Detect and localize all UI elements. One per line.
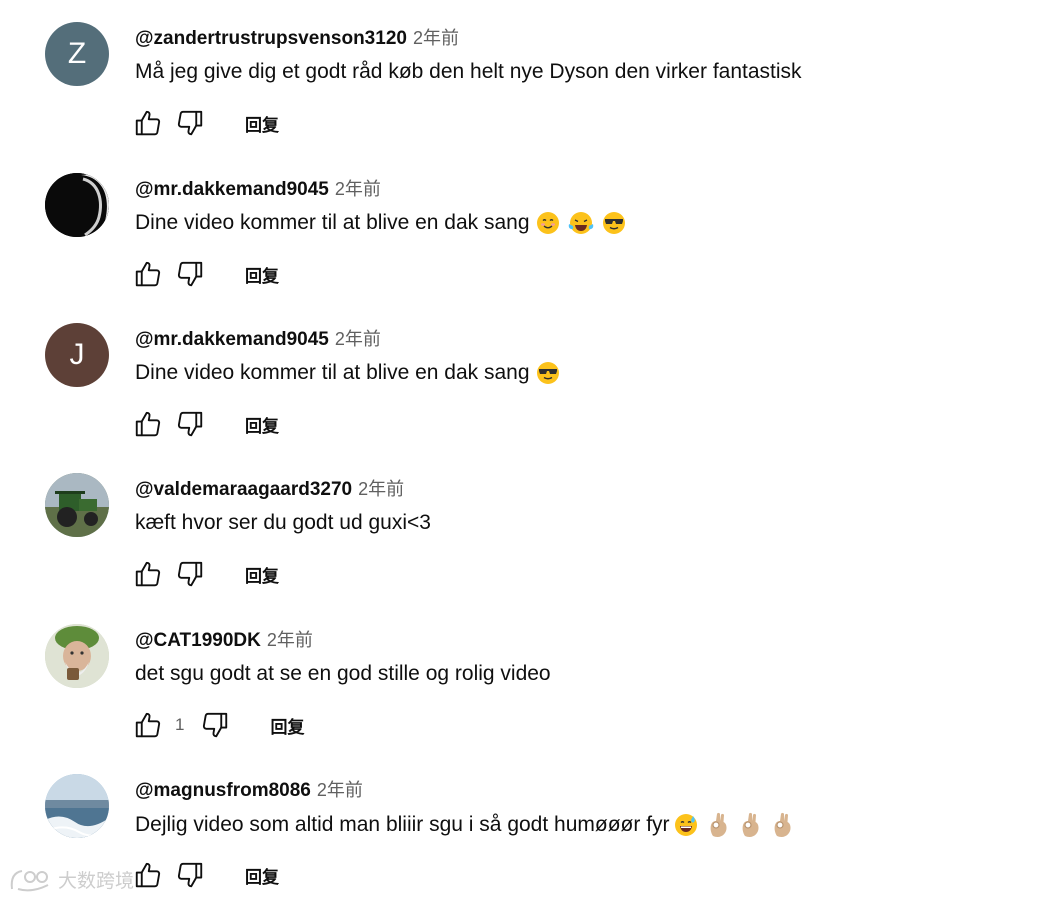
comment-author[interactable]: @magnusfrom8086 bbox=[135, 780, 311, 802]
comment-text: Dine video kommer til at blive en dak sa… bbox=[135, 361, 560, 385]
sunglasses-face-emoji bbox=[602, 211, 626, 235]
grinning-sweat-face-emoji bbox=[674, 813, 698, 837]
reply-button[interactable]: 回复 bbox=[245, 111, 279, 136]
comment-actions: 回复 bbox=[131, 257, 279, 291]
like-button[interactable] bbox=[131, 557, 165, 591]
comment-header: @valdemaraagaard3270 2年前 bbox=[135, 475, 404, 501]
comment-text: kæft hvor ser du godt ud guxi<3 bbox=[135, 511, 431, 535]
smiling-face-emoji bbox=[536, 211, 560, 235]
watermark-text: 大数跨境 bbox=[58, 871, 135, 892]
avatar-image bbox=[45, 473, 109, 537]
reply-button[interactable]: 回复 bbox=[245, 262, 279, 287]
thumbs-up-icon bbox=[135, 862, 161, 888]
comment-time[interactable]: 2年前 bbox=[267, 626, 313, 652]
comment-text: Dine video kommer til at blive en dak sa… bbox=[135, 211, 626, 235]
thumbs-up-icon bbox=[135, 561, 161, 587]
dislike-button[interactable] bbox=[173, 257, 207, 291]
thumbs-up-icon bbox=[135, 411, 161, 437]
comment-author[interactable]: @mr.dakkemand9045 bbox=[135, 179, 329, 201]
comment-time[interactable]: 2年前 bbox=[413, 24, 459, 50]
comment-text: Må jeg give dig et godt råd køb den helt… bbox=[135, 60, 802, 84]
thumbs-down-icon bbox=[177, 411, 203, 437]
comment-time[interactable]: 2年前 bbox=[335, 325, 381, 351]
comment-actions: 回复 bbox=[131, 557, 279, 591]
avatar-letter: Z bbox=[67, 37, 87, 70]
tears-of-joy-emoji bbox=[568, 211, 594, 235]
watermark: 大数跨境 bbox=[8, 866, 134, 893]
thumbs-up-icon bbox=[135, 261, 161, 287]
like-button[interactable] bbox=[131, 708, 165, 742]
like-button[interactable] bbox=[131, 106, 165, 140]
like-count: 1 bbox=[175, 715, 185, 734]
comment-author[interactable]: @CAT1990DK bbox=[135, 630, 261, 652]
comment-header: @magnusfrom8086 2年前 bbox=[135, 776, 363, 802]
comment-time[interactable]: 2年前 bbox=[335, 175, 381, 201]
avatar-image bbox=[45, 774, 109, 838]
comment-header: @mr.dakkemand9045 2年前 bbox=[135, 325, 381, 351]
comment-author[interactable]: @valdemaraagaard3270 bbox=[135, 479, 352, 501]
avatar-image bbox=[45, 173, 109, 237]
comment-text-content: Dine video kommer til at blive en dak sa… bbox=[135, 361, 530, 384]
reply-button[interactable]: 回复 bbox=[270, 713, 304, 738]
avatar[interactable] bbox=[45, 473, 109, 537]
dislike-button[interactable] bbox=[173, 407, 207, 441]
comment-text-content: det sgu godt at se en god stille og roli… bbox=[135, 662, 551, 685]
dislike-button[interactable] bbox=[198, 708, 232, 742]
ok-hand-emoji bbox=[740, 812, 762, 838]
avatar-image bbox=[45, 624, 109, 688]
comment-header: @CAT1990DK 2年前 bbox=[135, 626, 313, 652]
like-button[interactable] bbox=[131, 257, 165, 291]
ok-hand-emoji bbox=[708, 812, 730, 838]
thumbs-down-icon bbox=[177, 561, 203, 587]
sunglasses-face-emoji bbox=[536, 361, 560, 385]
thumbs-down-icon bbox=[177, 261, 203, 287]
dislike-button[interactable] bbox=[173, 858, 207, 892]
avatar[interactable]: J bbox=[45, 323, 109, 387]
comment-actions: 回复 bbox=[131, 407, 279, 441]
watermark-logo-icon bbox=[10, 869, 49, 891]
comment-actions: 回复 bbox=[131, 858, 279, 892]
comment-author[interactable]: @zandertrustrupsvenson3120 bbox=[135, 28, 407, 50]
avatar[interactable]: Z bbox=[45, 22, 109, 86]
comment-item: @CAT1990DK 2年前 det sgu godt at se en god… bbox=[0, 624, 1064, 774]
comment-text-content: Må jeg give dig et godt råd køb den helt… bbox=[135, 60, 802, 83]
comment-text-content: Dejlig video som altid man bliiir sgu i … bbox=[135, 813, 670, 836]
thumbs-up-icon bbox=[135, 712, 161, 738]
like-button[interactable] bbox=[131, 858, 165, 892]
comment-text: Dejlig video som altid man bliiir sgu i … bbox=[135, 812, 794, 838]
comment-time[interactable]: 2年前 bbox=[358, 475, 404, 501]
comment-text: det sgu godt at se en god stille og roli… bbox=[135, 662, 551, 686]
reply-button[interactable]: 回复 bbox=[245, 562, 279, 587]
comment-item: @mr.dakkemand9045 2年前 Dine video kommer … bbox=[0, 173, 1064, 323]
comment-item: @valdemaraagaard3270 2年前 kæft hvor ser d… bbox=[0, 473, 1064, 623]
comment-header: @zandertrustrupsvenson3120 2年前 bbox=[135, 24, 459, 50]
comment-item: J @mr.dakkemand9045 2年前 Dine video komme… bbox=[0, 323, 1064, 473]
comment-text-content: kæft hvor ser du godt ud guxi<3 bbox=[135, 511, 431, 534]
comment-time[interactable]: 2年前 bbox=[317, 776, 363, 802]
comment-item: Z @zandertrustrupsvenson3120 2年前 Må jeg … bbox=[0, 22, 1064, 172]
reply-button[interactable]: 回复 bbox=[245, 412, 279, 437]
thumbs-down-icon bbox=[177, 110, 203, 136]
avatar-letter: J bbox=[69, 338, 85, 371]
dislike-button[interactable] bbox=[173, 106, 207, 140]
comment-header: @mr.dakkemand9045 2年前 bbox=[135, 175, 381, 201]
comment-actions: 1 回复 bbox=[131, 708, 304, 742]
comment-text-content: Dine video kommer til at blive en dak sa… bbox=[135, 211, 530, 234]
avatar[interactable] bbox=[45, 624, 109, 688]
ok-hand-emoji bbox=[772, 812, 794, 838]
thumbs-up-icon bbox=[135, 110, 161, 136]
avatar[interactable] bbox=[45, 774, 109, 838]
thumbs-down-icon bbox=[203, 712, 228, 738]
like-button[interactable] bbox=[131, 407, 165, 441]
comment-actions: 回复 bbox=[131, 106, 279, 140]
reply-button[interactable]: 回复 bbox=[245, 863, 279, 888]
dislike-button[interactable] bbox=[173, 557, 207, 591]
thumbs-down-icon bbox=[177, 862, 203, 888]
avatar[interactable] bbox=[45, 173, 109, 237]
comment-author[interactable]: @mr.dakkemand9045 bbox=[135, 329, 329, 351]
